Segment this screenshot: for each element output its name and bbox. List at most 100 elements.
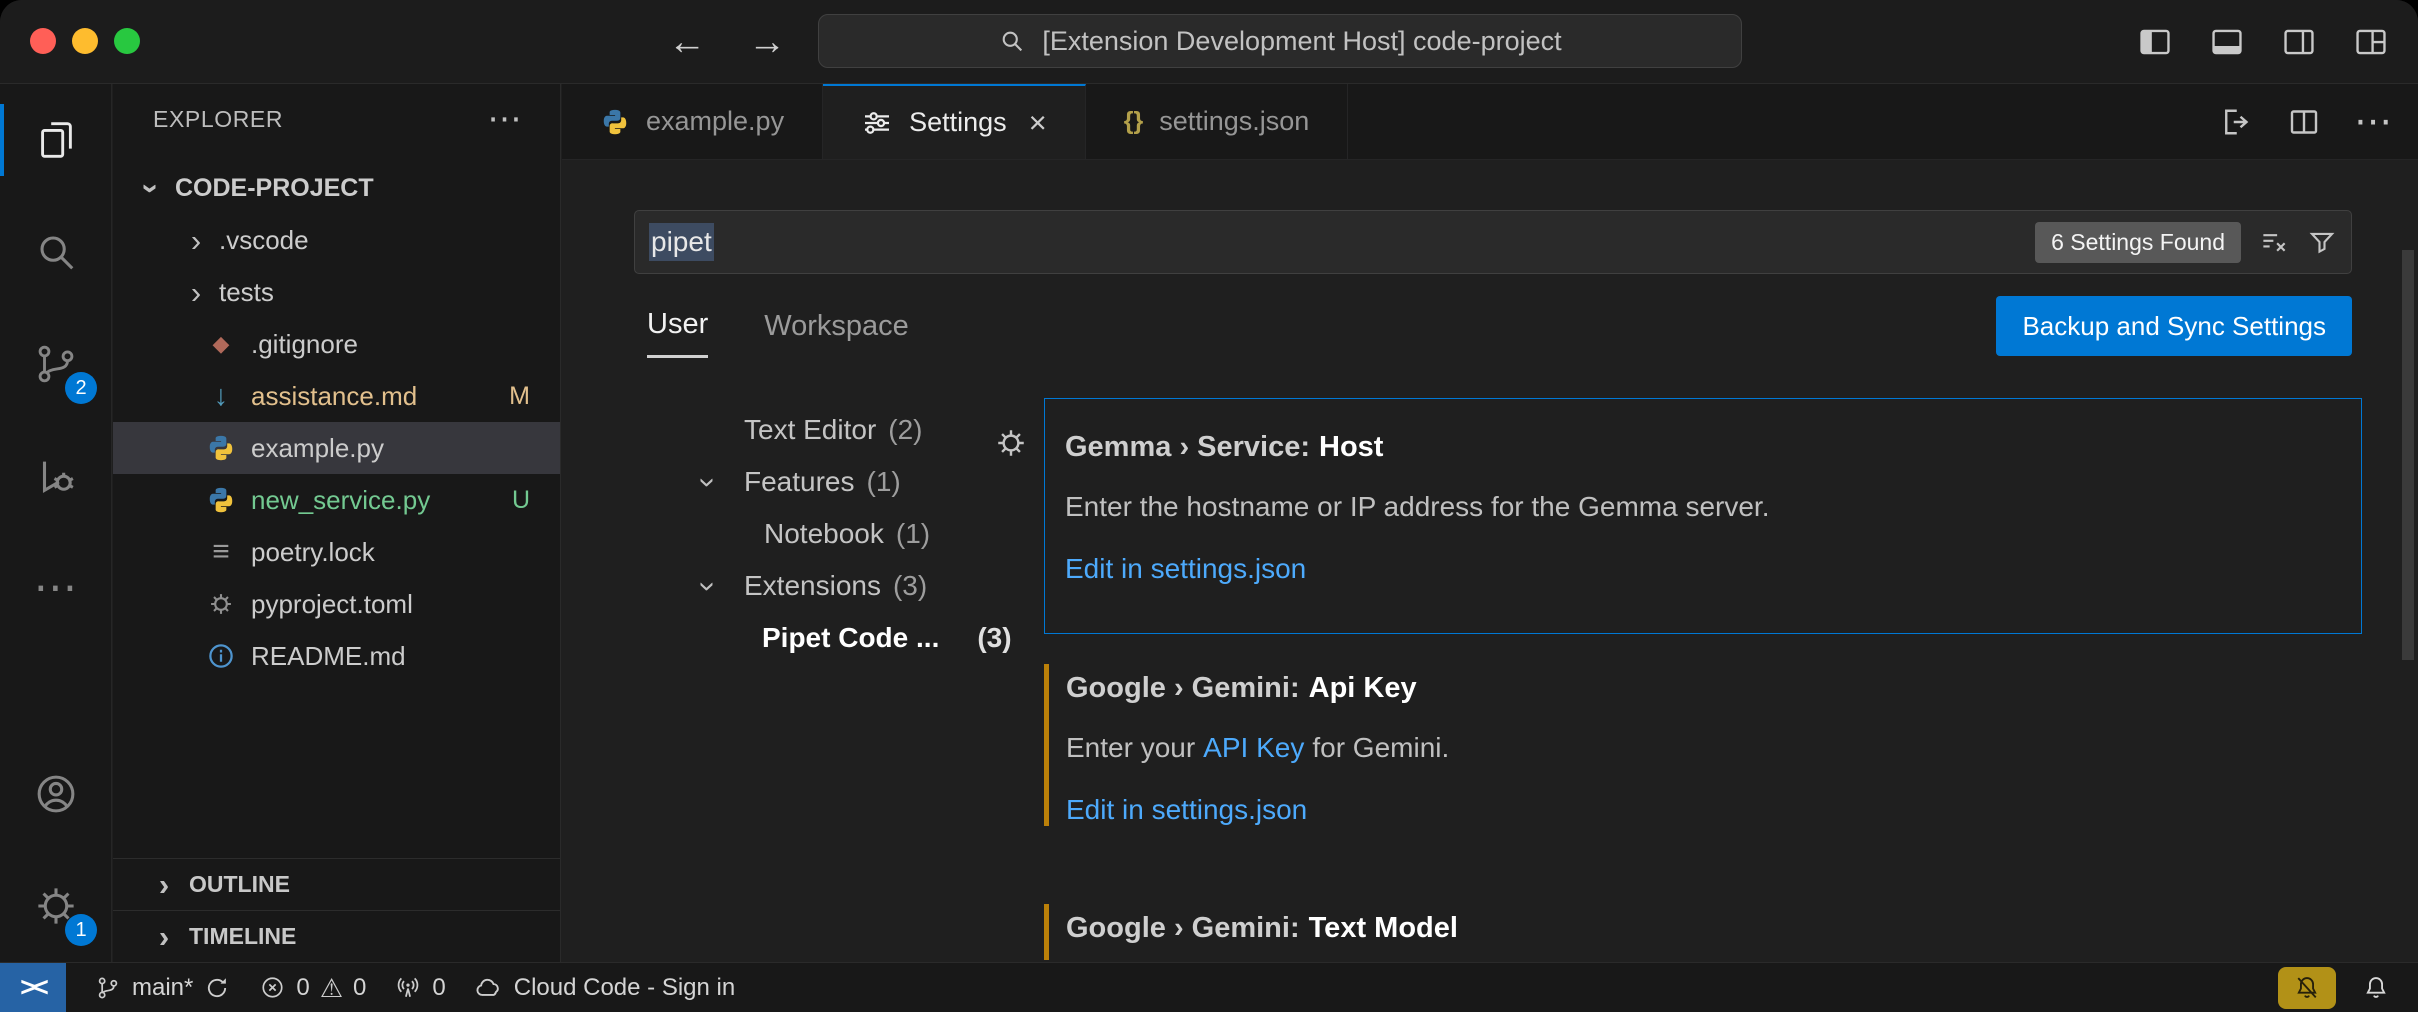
timeline-section-header[interactable]: › TIMELINE bbox=[113, 910, 560, 962]
toc-item-notebook[interactable]: Notebook (1) bbox=[682, 508, 1032, 560]
chevron-right-icon: › bbox=[183, 225, 209, 256]
explorer-more-actions-icon[interactable]: ⋯ bbox=[487, 102, 522, 136]
sidebar-item-tests-folder[interactable]: › tests bbox=[113, 266, 560, 318]
sidebar-item-new-service-py[interactable]: new_service.py U bbox=[113, 474, 560, 526]
toc-item-pipet-code[interactable]: Pipet Code ... (3) bbox=[682, 612, 1032, 664]
setting-title: Google › Gemini:Api Key bbox=[1066, 670, 2362, 706]
titlebar-layout-controls bbox=[2136, 0, 2390, 84]
settings-found-badge: 6 Settings Found bbox=[2035, 222, 2241, 263]
activity-settings-button[interactable]: 1 bbox=[0, 850, 111, 962]
problems-status-item[interactable]: 0 ⚠ 0 bbox=[259, 974, 366, 1002]
history-navigation: ← → bbox=[668, 0, 786, 84]
setting-gemma-service-host[interactable]: Gemma › Service:Host Enter the hostname … bbox=[1044, 398, 2362, 634]
ports-status-item[interactable]: 0 bbox=[394, 974, 445, 1002]
settings-search-input[interactable]: pipet 6 Settings Found bbox=[634, 210, 2352, 274]
edit-in-settings-json-link[interactable]: Edit in settings.json bbox=[1065, 551, 2337, 587]
explorer-tree: › CODE-PROJECT › .vscode › tests ◆ .giti… bbox=[113, 162, 560, 682]
command-center-text: [Extension Development Host] code-projec… bbox=[1042, 26, 1561, 57]
scope-tab-user[interactable]: User bbox=[647, 294, 708, 358]
back-button[interactable]: ← bbox=[668, 21, 706, 64]
git-icon: ◆ bbox=[205, 331, 237, 357]
vscode-window: ← → [Extension Development Host] code-pr… bbox=[0, 0, 2418, 1012]
notifications-bell-icon[interactable] bbox=[2362, 974, 2390, 1002]
sidebar-item-example-py[interactable]: example.py bbox=[113, 422, 560, 474]
explorer-root-code-project[interactable]: › CODE-PROJECT bbox=[113, 162, 560, 214]
git-untracked-badge: U bbox=[512, 486, 530, 515]
chevron-right-icon: › bbox=[151, 921, 177, 952]
cloud-icon bbox=[474, 973, 504, 1003]
error-count: 0 bbox=[296, 974, 309, 1002]
macos-window-controls bbox=[30, 28, 140, 54]
close-window-button[interactable] bbox=[30, 28, 56, 54]
source-control-badge: 2 bbox=[65, 372, 97, 404]
remote-indicator[interactable]: >< bbox=[0, 963, 66, 1012]
setting-actions-gear-icon[interactable] bbox=[994, 426, 1028, 460]
git-modified-badge: M bbox=[509, 382, 530, 411]
api-key-link[interactable]: API Key bbox=[1203, 732, 1304, 763]
activity-explorer-button[interactable] bbox=[0, 84, 111, 196]
item-label: .gitignore bbox=[251, 329, 358, 360]
activity-run-debug-button[interactable] bbox=[0, 420, 111, 532]
sidebar-item-assistance-md[interactable]: ↓ assistance.md M bbox=[113, 370, 560, 422]
tab-settings[interactable]: Settings × bbox=[823, 84, 1086, 159]
backup-sync-settings-button[interactable]: Backup and Sync Settings bbox=[1996, 296, 2352, 356]
tab-settings-json[interactable]: {} settings.json bbox=[1086, 84, 1349, 159]
tab-example-py[interactable]: example.py bbox=[562, 84, 823, 159]
more-actions-icon[interactable]: ⋯ bbox=[2354, 103, 2392, 141]
setting-google-gemini-text-model[interactable]: Google › Gemini:Text Model bbox=[1044, 902, 2362, 962]
setting-title: Google › Gemini:Text Model bbox=[1066, 910, 2362, 946]
open-settings-json-icon[interactable] bbox=[2218, 104, 2254, 140]
branch-status-item[interactable]: main* bbox=[94, 974, 231, 1002]
toc-item-text-editor[interactable]: Text Editor (2) bbox=[682, 404, 1032, 456]
sidebar-item-pyproject-toml[interactable]: pyproject.toml bbox=[113, 578, 560, 630]
setting-title: Gemma › Service:Host bbox=[1065, 429, 2337, 465]
activity-source-control-button[interactable]: 2 bbox=[0, 308, 111, 420]
toggle-primary-sidebar-icon[interactable] bbox=[2136, 23, 2174, 61]
activity-accounts-button[interactable] bbox=[0, 738, 111, 850]
minimize-window-button[interactable] bbox=[72, 28, 98, 54]
setting-google-gemini-api-key[interactable]: Google › Gemini:Api Key Enter yourAPI Ke… bbox=[1044, 662, 2362, 828]
chevron-down-icon: › bbox=[694, 573, 725, 599]
item-label: pyproject.toml bbox=[251, 589, 413, 620]
split-editor-icon[interactable] bbox=[2286, 104, 2322, 140]
scope-tab-workspace[interactable]: Workspace bbox=[764, 294, 909, 358]
sidebar-item-gitignore[interactable]: ◆ .gitignore bbox=[113, 318, 560, 370]
item-label: .vscode bbox=[219, 225, 309, 256]
root-label: CODE-PROJECT bbox=[175, 174, 374, 203]
account-icon bbox=[33, 771, 79, 817]
json-braces-icon: {} bbox=[1124, 107, 1143, 136]
activity-more-button[interactable]: ⋯ bbox=[0, 532, 111, 644]
clear-search-filters-icon[interactable] bbox=[2259, 227, 2289, 257]
toc-item-extensions[interactable]: › Extensions (3) bbox=[682, 560, 1032, 612]
filter-icon[interactable] bbox=[2307, 227, 2337, 257]
sidebar-item-readme-md[interactable]: README.md bbox=[113, 630, 560, 682]
warning-icon: ⚠ bbox=[320, 975, 343, 1001]
titlebar: ← → [Extension Development Host] code-pr… bbox=[0, 0, 2418, 84]
editor-group: example.py Settings × {} settings.json bbox=[562, 84, 2418, 962]
zoom-window-button[interactable] bbox=[114, 28, 140, 54]
sidebar-item-poetry-lock[interactable]: ≡ poetry.lock bbox=[113, 526, 560, 578]
radio-tower-icon bbox=[394, 974, 422, 1002]
do-not-disturb-indicator[interactable] bbox=[2278, 967, 2336, 1009]
toggle-panel-icon[interactable] bbox=[2208, 23, 2246, 61]
editor-title-actions: ⋯ bbox=[2218, 84, 2418, 159]
info-icon bbox=[205, 641, 237, 671]
toggle-secondary-sidebar-icon[interactable] bbox=[2280, 23, 2318, 61]
markdown-icon: ↓ bbox=[205, 380, 237, 413]
edit-in-settings-json-link[interactable]: Edit in settings.json bbox=[1066, 792, 2362, 828]
command-center[interactable]: [Extension Development Host] code-projec… bbox=[818, 14, 1742, 68]
chevron-down-icon: › bbox=[137, 175, 168, 201]
outline-section-header[interactable]: › OUTLINE bbox=[113, 858, 560, 910]
activity-search-button[interactable] bbox=[0, 196, 111, 308]
forward-button[interactable]: → bbox=[748, 21, 786, 64]
customize-layout-icon[interactable] bbox=[2352, 23, 2390, 61]
cloud-code-status-item[interactable]: Cloud Code - Sign in bbox=[474, 973, 735, 1003]
config-gear-icon bbox=[205, 590, 237, 618]
sync-icon bbox=[203, 974, 231, 1002]
ellipsis-icon: ⋯ bbox=[34, 566, 78, 610]
toc-item-features[interactable]: › Features (1) bbox=[682, 456, 1032, 508]
close-tab-icon[interactable]: × bbox=[1029, 105, 1047, 141]
setting-description: Enter yourAPI Keyfor Gemini. bbox=[1066, 730, 2362, 766]
sidebar-item-vscode-folder[interactable]: › .vscode bbox=[113, 214, 560, 266]
scrollbar-thumb[interactable] bbox=[2402, 250, 2414, 660]
